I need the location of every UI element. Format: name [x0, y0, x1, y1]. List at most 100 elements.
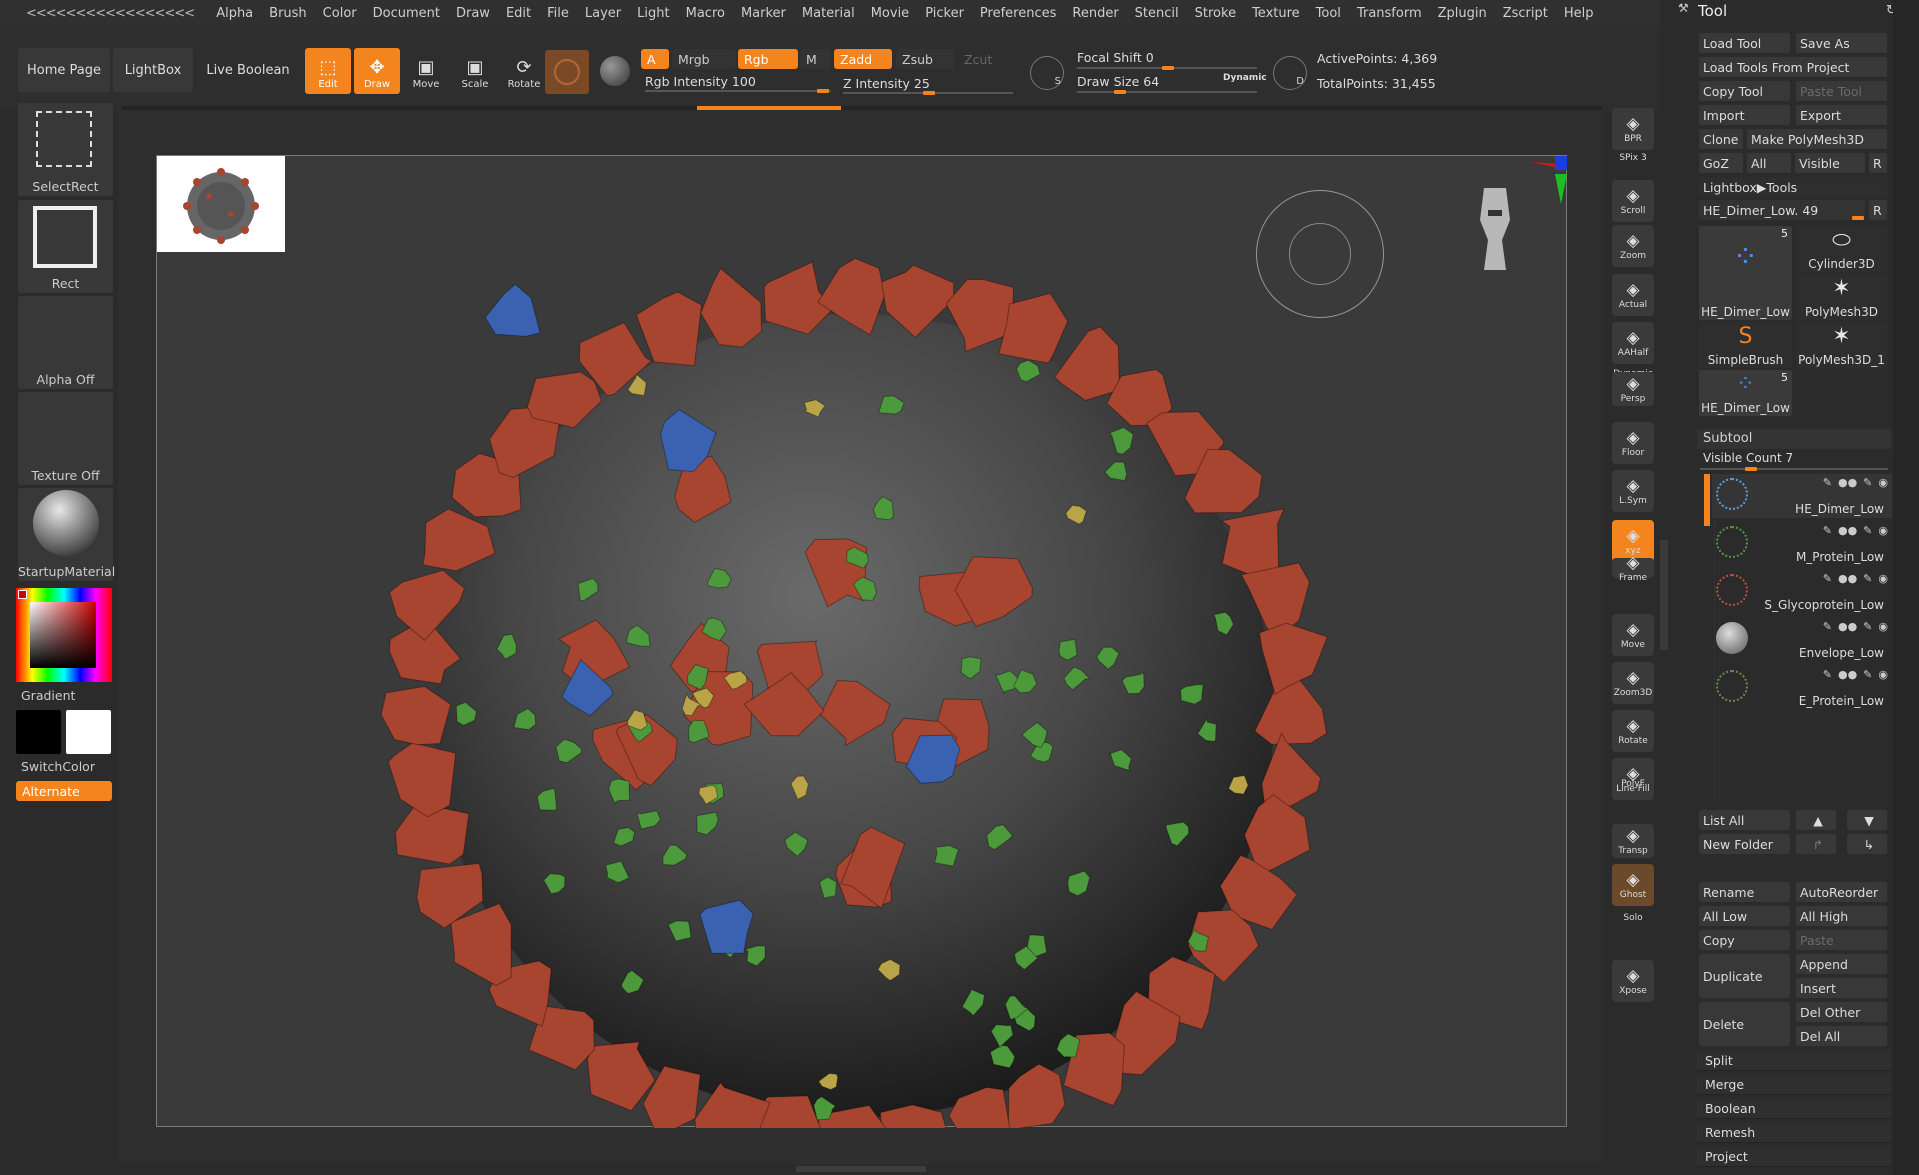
menu-stroke[interactable]: Stroke [1187, 6, 1244, 21]
menu-macro[interactable]: Macro [678, 6, 733, 21]
menu-draw[interactable]: Draw [448, 6, 498, 21]
paste-subtool-button[interactable]: Paste [1796, 930, 1887, 950]
toolbar-solo-button[interactable]: Solo [1612, 910, 1654, 926]
remesh-section[interactable]: Remesh [1697, 1123, 1891, 1143]
del-all-button[interactable]: Del All [1796, 1026, 1887, 1046]
toolbar-move-button[interactable]: ◈ Move [1612, 614, 1654, 656]
export-button[interactable]: Export [1796, 105, 1887, 125]
menu-stencil[interactable]: Stencil [1127, 6, 1187, 21]
z-intensity-slider[interactable]: Z Intensity 25 [843, 76, 930, 91]
menu-help[interactable]: Help [1556, 6, 1602, 21]
lightbox-tools-button[interactable]: Lightbox▶Tools [1699, 177, 1887, 197]
axis-gizmo-icon[interactable] [1510, 152, 1570, 212]
select-rect-brush[interactable]: SelectRect [18, 103, 113, 196]
subtool-section-header[interactable]: Subtool [1697, 429, 1891, 449]
goz-all-button[interactable]: All [1747, 153, 1791, 173]
tool-thumb-4[interactable]: ✶ PolyMesh3D_1 [1796, 322, 1887, 368]
toolbar-actual-button[interactable]: ◈ Actual [1612, 274, 1654, 316]
boolean-section[interactable]: Boolean [1697, 1099, 1891, 1119]
subtool-list-area[interactable] [1714, 520, 1892, 800]
goz-r-button[interactable]: R [1869, 153, 1887, 173]
all-high-button[interactable]: All High [1796, 906, 1887, 926]
visible-count-track[interactable] [1700, 468, 1888, 470]
zcut-toggle[interactable]: Zcut [958, 49, 1016, 69]
subtool-toggle-icon[interactable]: ●● [1838, 476, 1857, 489]
clone-button[interactable]: Clone [1699, 129, 1743, 149]
tool-thumb-1[interactable]: ⬭ Cylinder3D [1796, 226, 1887, 272]
draw-size-track[interactable] [1077, 91, 1257, 93]
menu-marker[interactable]: Marker [733, 6, 794, 21]
project-section[interactable]: Project [1697, 1147, 1891, 1167]
insert-button[interactable]: Insert [1796, 978, 1887, 998]
menu-preferences[interactable]: Preferences [972, 6, 1064, 21]
draw-size-slider[interactable]: Draw Size 64 [1077, 74, 1159, 89]
tool-thumb-2[interactable]: ✶ PolyMesh3D [1796, 274, 1887, 320]
auto-reorder-button[interactable]: AutoReorder [1796, 882, 1887, 902]
menu-file[interactable]: File [539, 6, 577, 21]
delete-button[interactable]: Delete [1699, 1002, 1790, 1046]
focal-shift-knob[interactable] [1162, 66, 1174, 70]
visible-count-knob[interactable] [1745, 467, 1757, 471]
menu-tool[interactable]: Tool [1308, 6, 1349, 21]
toolbar-polyf-button[interactable]: PolyF [1612, 776, 1654, 792]
menu-picker[interactable]: Picker [917, 6, 972, 21]
zsub-toggle[interactable]: Zsub [896, 49, 954, 69]
list-all-button[interactable]: List All [1699, 810, 1790, 830]
stroke-rect-button[interactable]: Rect [18, 200, 113, 293]
copy-tool-button[interactable]: Copy Tool [1699, 81, 1790, 101]
current-tool-knob[interactable] [1852, 216, 1864, 220]
menu-layer[interactable]: Layer [577, 6, 629, 21]
subtool-row[interactable]: ✎ ●● ✎ ◉ HE_Dimer_Low [1712, 474, 1892, 518]
live-boolean-button[interactable]: Live Boolean [196, 48, 300, 92]
menu-transform[interactable]: Transform [1349, 6, 1430, 21]
rgb-toggle[interactable]: Rgb [738, 49, 798, 69]
lightbox-button[interactable]: LightBox [113, 48, 193, 92]
move-down-icon[interactable]: ▼ [1847, 810, 1887, 830]
copy-subtool-button[interactable]: Copy [1699, 930, 1790, 950]
scale-button[interactable]: ▣ Scale [452, 48, 498, 94]
toolbar-xpose-button[interactable]: ◈ Xpose [1612, 960, 1654, 1002]
import-button[interactable]: Import [1699, 105, 1790, 125]
material-swatch-button[interactable] [545, 50, 589, 94]
mrgb-toggle[interactable]: Mrgb [672, 49, 736, 69]
z-intensity-knob[interactable] [923, 91, 935, 95]
move-down-folder-icon[interactable]: ↳ [1847, 834, 1887, 854]
toolbar-bpr-sphere-button[interactable]: ◈ BPR [1612, 108, 1654, 150]
stroke-sphere-icon[interactable] [600, 56, 630, 86]
draw-size-knob[interactable] [1114, 90, 1126, 94]
subtool-brush-icon[interactable]: ✎ [1823, 476, 1832, 489]
focal-shift-dial[interactable]: S [1030, 56, 1064, 90]
gradient-label[interactable]: Gradient [21, 688, 75, 703]
navigator-thumbnail[interactable] [157, 156, 285, 252]
append-button[interactable]: Append [1796, 954, 1887, 974]
duplicate-button[interactable]: Duplicate [1699, 954, 1790, 998]
menu-texture[interactable]: Texture [1244, 6, 1308, 21]
new-folder-button[interactable]: New Folder [1699, 834, 1790, 854]
del-other-button[interactable]: Del Other [1796, 1002, 1887, 1022]
alpha-button[interactable]: Alpha Off [18, 296, 113, 389]
menu-light[interactable]: Light [629, 6, 677, 21]
rename-button[interactable]: Rename [1699, 882, 1790, 902]
split-section[interactable]: Split [1697, 1051, 1891, 1071]
load-tools-from-project-button[interactable]: Load Tools From Project [1699, 57, 1887, 77]
alternate-toggle[interactable]: Alternate [16, 781, 112, 801]
main-color-swatch[interactable] [16, 710, 61, 754]
toolbar-ghost-button[interactable]: ◈ Ghost [1612, 864, 1654, 906]
move-up-icon[interactable]: ▲ [1796, 810, 1836, 830]
make-polymesh3d-button[interactable]: Make PolyMesh3D [1747, 129, 1887, 149]
color-saturation-square[interactable] [30, 602, 96, 668]
rgb-intensity-track[interactable] [645, 90, 831, 92]
bottom-tray-handle[interactable] [796, 1166, 926, 1172]
m-toggle[interactable]: M [800, 49, 830, 69]
toolbar-zoom3d-button[interactable]: ◈ Zoom3D [1612, 662, 1654, 704]
all-low-button[interactable]: All Low [1699, 906, 1790, 926]
dynamic-toggle[interactable]: Dynamic [1223, 73, 1267, 83]
toolbar-lsym-button[interactable]: ◈ L.Sym [1612, 470, 1654, 512]
menu-render[interactable]: Render [1064, 6, 1126, 21]
tray-divider-handle[interactable] [1660, 540, 1668, 650]
current-tool-slider[interactable]: HE_Dimer_Low. 49 [1699, 200, 1865, 220]
tool-thumb-5[interactable]: ⁘ HE_Dimer_Low 5 [1699, 370, 1792, 416]
rgb-intensity-knob[interactable] [817, 89, 829, 93]
texture-button[interactable]: Texture Off [18, 392, 113, 485]
load-tool-button[interactable]: Load Tool [1699, 33, 1790, 53]
